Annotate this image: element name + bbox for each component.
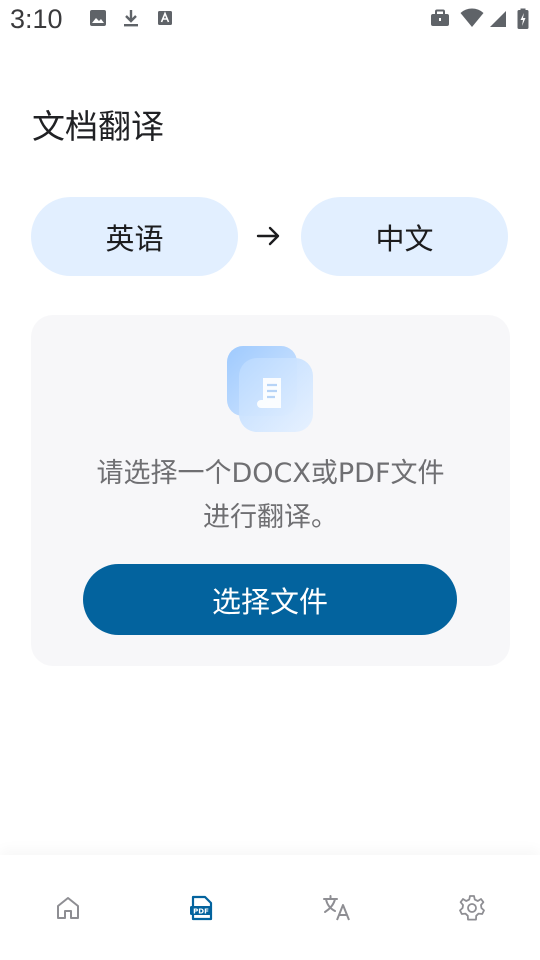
image-icon <box>88 8 108 28</box>
status-bar: 3:10 <box>0 0 540 44</box>
nav-home-icon[interactable] <box>53 893 83 923</box>
nav-translate-icon[interactable] <box>322 893 352 923</box>
select-file-button[interactable]: 选择文件 <box>83 564 457 635</box>
source-language-button[interactable]: 英语 <box>31 197 238 276</box>
upload-instruction-line2: 进行翻译。 <box>203 502 338 533</box>
cell-signal-icon <box>488 8 508 32</box>
bottom-navigation: PDF <box>0 855 540 960</box>
document-illustration-icon <box>227 346 315 434</box>
upload-instruction-line1: 请选择一个DOCX或PDF文件 <box>96 458 445 489</box>
download-icon <box>121 8 141 28</box>
briefcase-icon <box>429 8 451 32</box>
text-a-icon <box>155 8 175 28</box>
wifi-icon <box>460 8 484 32</box>
battery-charging-icon <box>517 8 529 34</box>
svg-text:PDF: PDF <box>193 907 209 915</box>
file-upload-card: 请选择一个DOCX或PDF文件 进行翻译。 选择文件 <box>31 315 510 666</box>
target-language-button[interactable]: 中文 <box>301 197 508 276</box>
nav-settings-gear-icon[interactable] <box>457 893 487 923</box>
upload-instruction: 请选择一个DOCX或PDF文件 进行翻译。 <box>31 452 510 540</box>
arrow-right-icon[interactable] <box>254 218 284 254</box>
nav-pdf-document-icon[interactable]: PDF <box>186 893 216 923</box>
page-title: 文档翻译 <box>32 107 164 146</box>
status-time: 3:10 <box>10 4 63 34</box>
